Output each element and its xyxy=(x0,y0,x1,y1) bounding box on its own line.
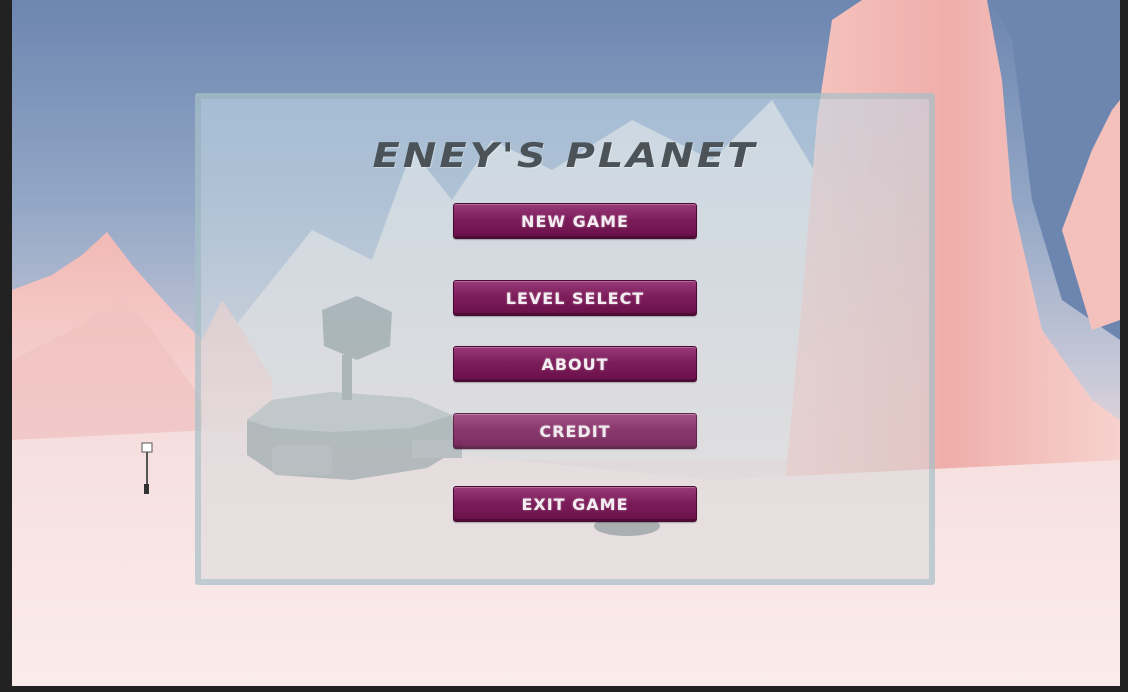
about-button[interactable]: ABOUT xyxy=(453,346,697,382)
level-select-button[interactable]: LEVEL SELECT xyxy=(453,280,697,316)
game-viewport: ENEY'S PLANET NEW GAME LEVEL SELECT ABOU… xyxy=(12,0,1120,686)
new-game-button[interactable]: NEW GAME xyxy=(453,203,697,239)
exit-game-button[interactable]: EXIT GAME xyxy=(453,486,697,522)
game-title: ENEY'S PLANET xyxy=(372,136,758,176)
credit-button[interactable]: CREDIT xyxy=(453,413,697,449)
main-menu-panel: ENEY'S PLANET NEW GAME LEVEL SELECT ABOU… xyxy=(195,93,935,585)
